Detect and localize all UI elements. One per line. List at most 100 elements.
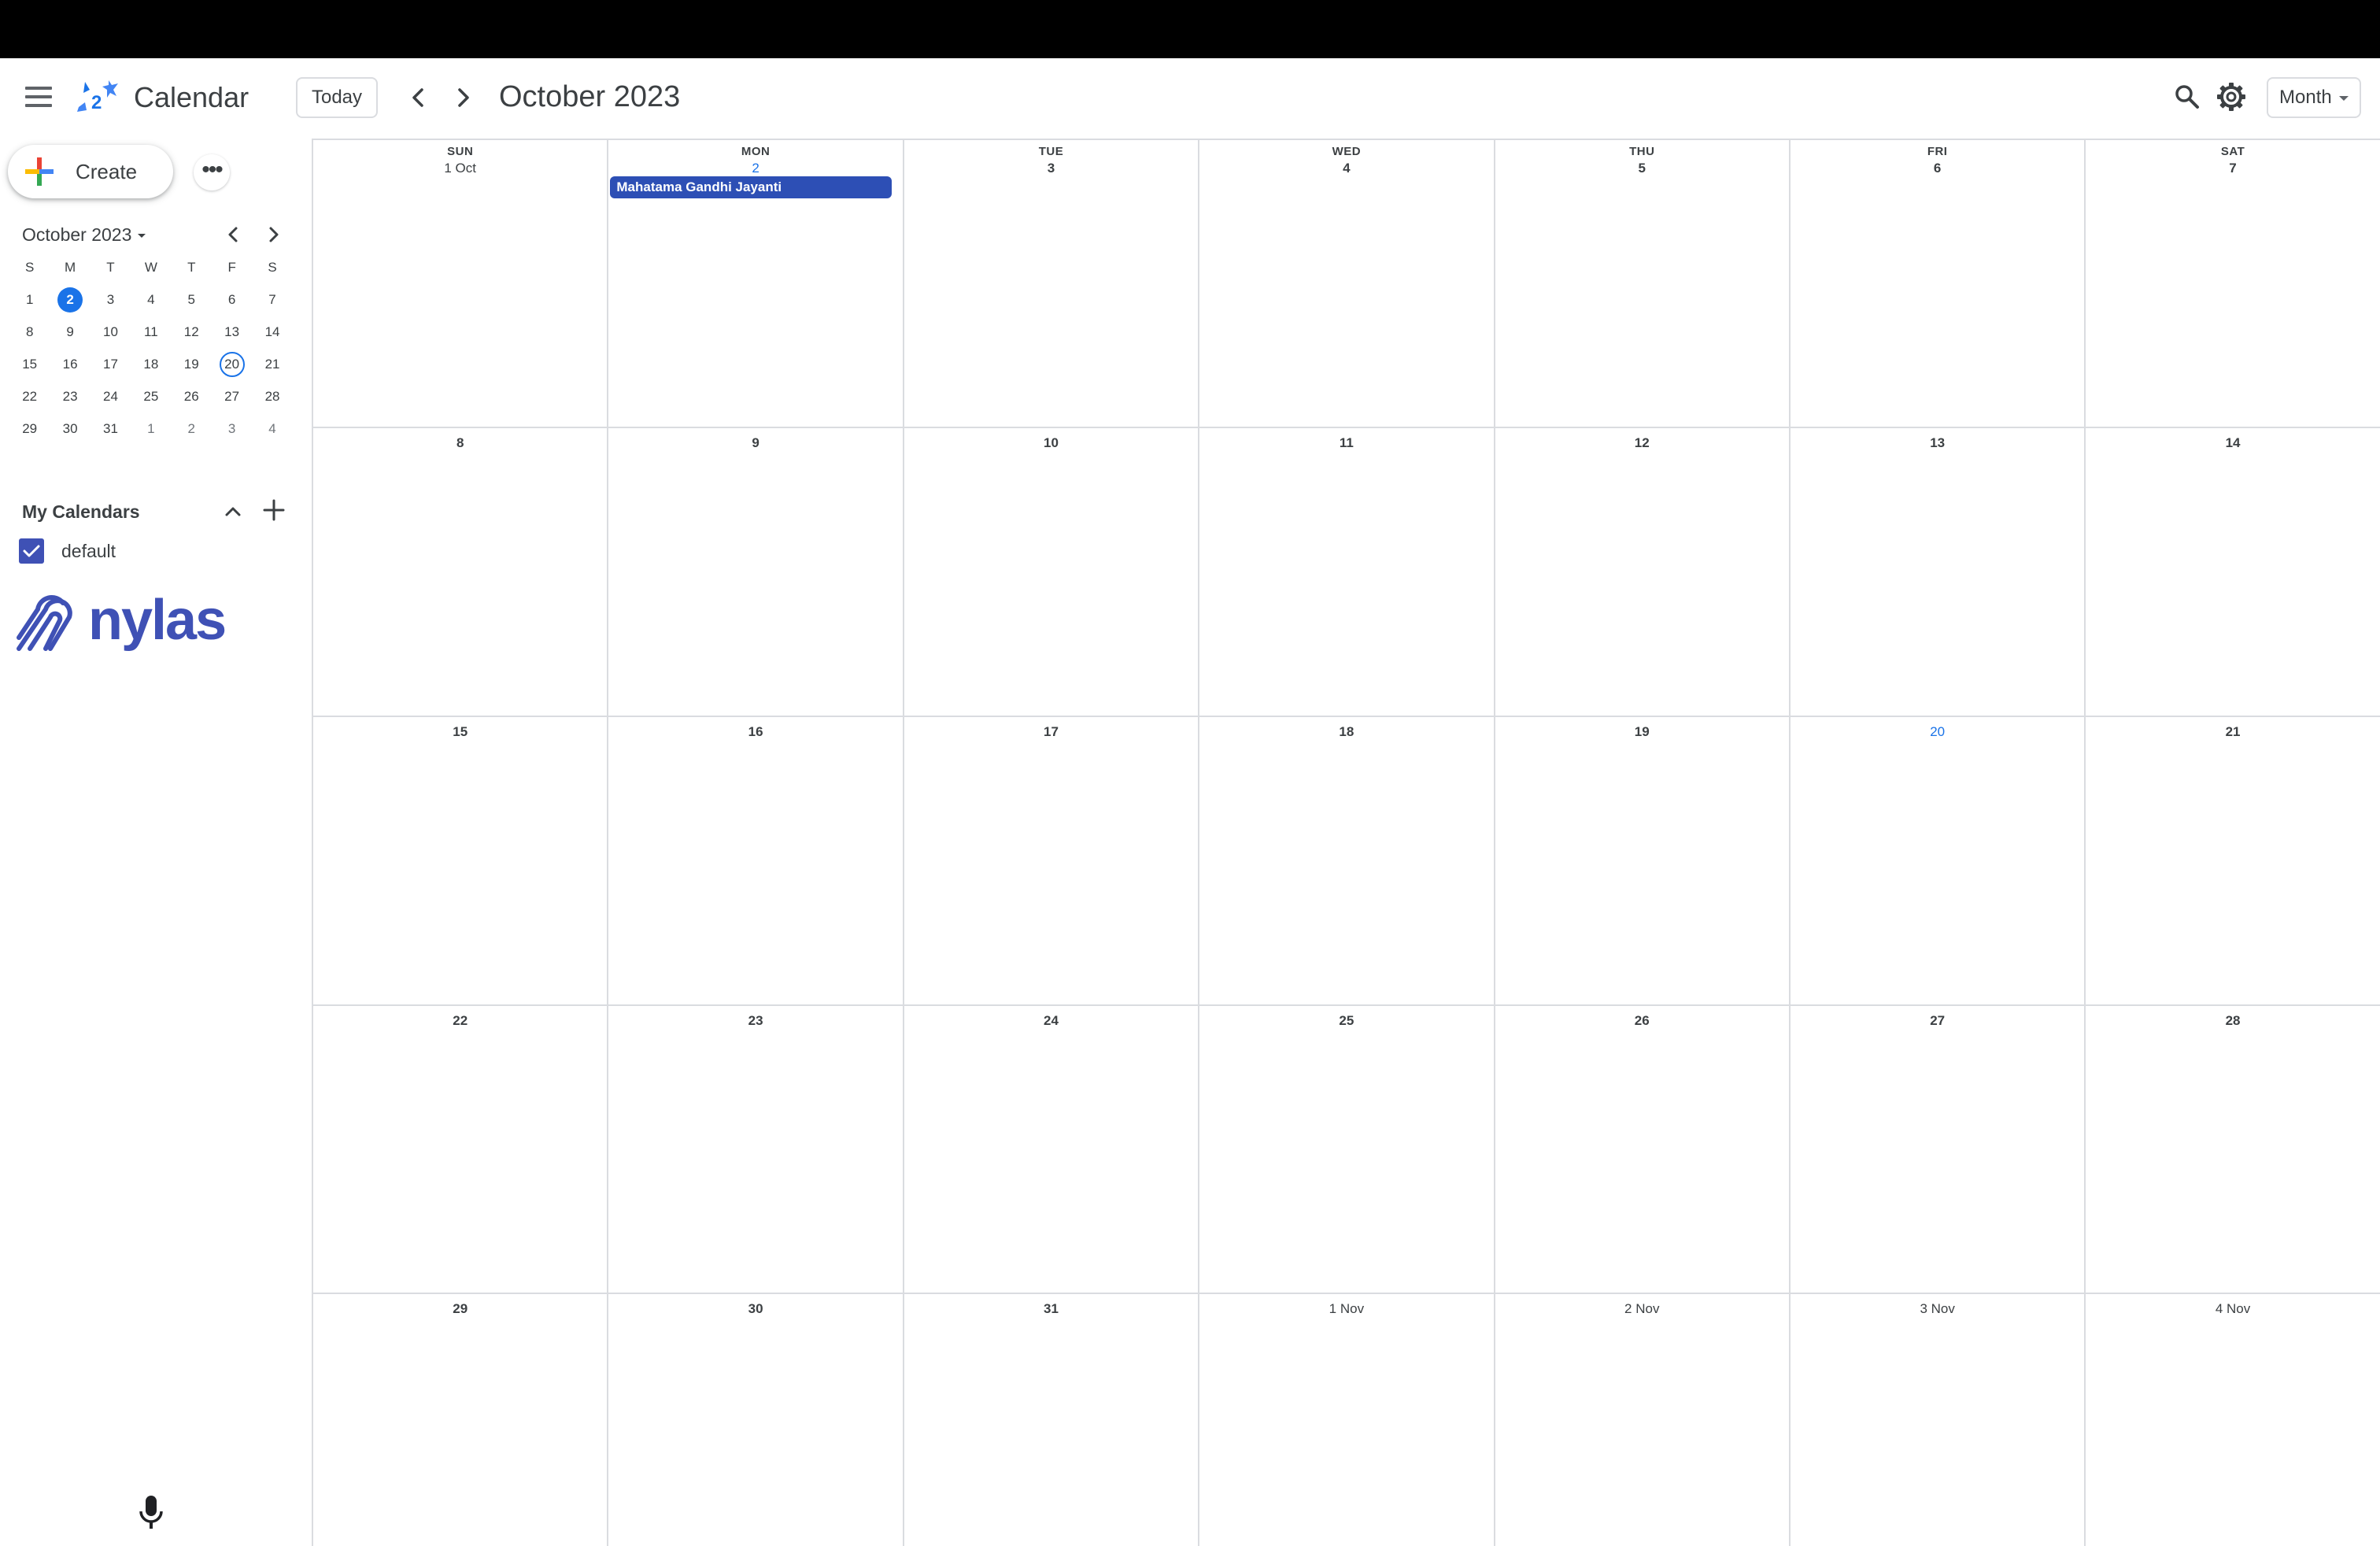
mini-day[interactable]: 3 bbox=[212, 416, 252, 449]
mini-day[interactable]: 30 bbox=[50, 416, 90, 449]
day-number[interactable]: 3 Nov bbox=[1791, 1300, 2084, 1318]
mini-day[interactable]: 18 bbox=[131, 352, 171, 384]
mini-day[interactable]: 28 bbox=[252, 384, 292, 416]
day-cell[interactable]: 14 bbox=[2084, 428, 2379, 716]
mini-day[interactable]: 12 bbox=[172, 320, 212, 352]
mini-day[interactable]: 29 bbox=[9, 416, 50, 449]
mini-day[interactable]: 2 bbox=[172, 416, 212, 449]
day-cell[interactable]: FRI 6 bbox=[1788, 140, 2084, 427]
day-cell[interactable]: 1 Nov bbox=[1198, 1294, 1493, 1546]
day-cell[interactable]: MON 2 Mahatama Gandhi Jayanti bbox=[607, 140, 902, 427]
day-number[interactable]: 31 bbox=[904, 1300, 1198, 1318]
day-number[interactable]: 6 bbox=[1791, 160, 2084, 177]
day-cell[interactable]: 18 bbox=[1198, 717, 1493, 1004]
day-number[interactable]: 13 bbox=[1791, 435, 2084, 452]
day-number[interactable]: 12 bbox=[1495, 435, 1789, 452]
day-number[interactable]: 22 bbox=[313, 1012, 607, 1030]
mini-day[interactable]: 4 bbox=[131, 287, 171, 320]
mini-day[interactable]: 8 bbox=[9, 320, 50, 352]
day-cell[interactable]: 4 Nov bbox=[2084, 1294, 2379, 1546]
day-number[interactable]: 4 Nov bbox=[2086, 1300, 2379, 1318]
day-cell[interactable]: 17 bbox=[902, 717, 1198, 1004]
day-number[interactable]: 5 bbox=[1495, 160, 1789, 177]
day-cell[interactable]: 26 bbox=[1493, 1006, 1789, 1293]
chevron-up-icon[interactable] bbox=[219, 497, 247, 526]
day-number[interactable]: 8 bbox=[313, 435, 607, 452]
mini-day[interactable]: 21 bbox=[252, 352, 292, 384]
mini-day[interactable]: 19 bbox=[172, 352, 212, 384]
mini-day[interactable]: 3 bbox=[91, 287, 131, 320]
mini-day[interactable]: 6 bbox=[212, 287, 252, 320]
mini-calendar-title[interactable]: October 2023 bbox=[22, 222, 146, 247]
day-number[interactable]: 20 bbox=[1791, 723, 2084, 741]
day-cell[interactable]: WED 4 bbox=[1198, 140, 1493, 427]
mini-day[interactable]: 4 bbox=[252, 416, 292, 449]
day-number[interactable]: 3 bbox=[904, 160, 1198, 177]
day-cell[interactable]: TUE 3 bbox=[902, 140, 1198, 427]
more-options-button[interactable]: ••• bbox=[194, 154, 230, 190]
day-cell[interactable]: 21 bbox=[2084, 717, 2379, 1004]
mini-day[interactable]: 15 bbox=[9, 352, 50, 384]
prev-month-icon[interactable] bbox=[401, 80, 436, 115]
day-cell[interactable]: 19 bbox=[1493, 717, 1789, 1004]
day-cell[interactable]: 12 bbox=[1493, 428, 1789, 716]
day-cell[interactable]: THU 5 bbox=[1493, 140, 1789, 427]
mini-day[interactable]: 1 bbox=[9, 287, 50, 320]
day-number[interactable]: 30 bbox=[608, 1300, 902, 1318]
day-cell[interactable]: 27 bbox=[1788, 1006, 2084, 1293]
calendar-checkbox-default[interactable] bbox=[19, 538, 44, 564]
day-cell[interactable]: 13 bbox=[1788, 428, 2084, 716]
day-number[interactable]: 1 Nov bbox=[1199, 1300, 1493, 1318]
mini-day[interactable]: 31 bbox=[91, 416, 131, 449]
day-number[interactable]: 16 bbox=[608, 723, 902, 741]
day-number[interactable]: 14 bbox=[2086, 435, 2379, 452]
microphone-icon[interactable] bbox=[135, 1492, 167, 1533]
day-cell[interactable]: SAT 7 bbox=[2084, 140, 2379, 427]
mini-day[interactable]: 2 bbox=[50, 287, 90, 320]
settings-gear-icon[interactable] bbox=[2213, 79, 2249, 115]
day-cell[interactable]: 10 bbox=[902, 428, 1198, 716]
create-button[interactable]: Create bbox=[8, 145, 173, 198]
day-cell[interactable]: 28 bbox=[2084, 1006, 2379, 1293]
day-number[interactable]: 24 bbox=[904, 1012, 1198, 1030]
event-chip[interactable]: Mahatama Gandhi Jayanti bbox=[610, 176, 893, 198]
day-number[interactable]: 7 bbox=[2086, 160, 2379, 177]
day-cell[interactable]: 3 Nov bbox=[1788, 1294, 2084, 1546]
add-calendar-icon[interactable] bbox=[258, 494, 290, 526]
day-cell[interactable]: 24 bbox=[902, 1006, 1198, 1293]
day-cell[interactable]: 23 bbox=[607, 1006, 902, 1293]
day-cell[interactable]: 25 bbox=[1198, 1006, 1493, 1293]
day-number[interactable]: 2 Nov bbox=[1495, 1300, 1789, 1318]
search-icon[interactable] bbox=[2169, 79, 2205, 115]
mini-day[interactable]: 10 bbox=[91, 320, 131, 352]
day-cell[interactable]: 9 bbox=[607, 428, 902, 716]
day-number[interactable]: 19 bbox=[1495, 723, 1789, 741]
mini-day[interactable]: 5 bbox=[172, 287, 212, 320]
day-cell[interactable]: 30 bbox=[607, 1294, 902, 1546]
view-selector[interactable]: Month bbox=[2267, 77, 2361, 118]
day-cell[interactable]: 16 bbox=[607, 717, 902, 1004]
day-number[interactable]: 29 bbox=[313, 1300, 607, 1318]
day-cell[interactable]: 2 Nov bbox=[1493, 1294, 1789, 1546]
day-number[interactable]: 26 bbox=[1495, 1012, 1789, 1030]
mini-day[interactable]: 14 bbox=[252, 320, 292, 352]
mini-day[interactable]: 11 bbox=[131, 320, 171, 352]
day-number[interactable]: 10 bbox=[904, 435, 1198, 452]
day-number[interactable]: 17 bbox=[904, 723, 1198, 741]
mini-day[interactable]: 7 bbox=[252, 287, 292, 320]
day-number[interactable]: 15 bbox=[313, 723, 607, 741]
day-number[interactable]: 11 bbox=[1199, 435, 1493, 452]
day-number[interactable]: 25 bbox=[1199, 1012, 1493, 1030]
day-cell[interactable]: 11 bbox=[1198, 428, 1493, 716]
day-cell[interactable]: 31 bbox=[902, 1294, 1198, 1546]
day-number[interactable]: 1 Oct bbox=[313, 160, 607, 177]
mini-next-month-icon[interactable] bbox=[260, 220, 288, 249]
mini-day[interactable]: 16 bbox=[50, 352, 90, 384]
next-month-icon[interactable] bbox=[445, 80, 480, 115]
day-number[interactable]: 4 bbox=[1199, 160, 1493, 177]
day-number[interactable]: 9 bbox=[608, 435, 902, 452]
day-number[interactable]: 23 bbox=[608, 1012, 902, 1030]
day-number[interactable]: 21 bbox=[2086, 723, 2379, 741]
day-number[interactable]: 18 bbox=[1199, 723, 1493, 741]
day-cell[interactable]: 8 bbox=[312, 428, 607, 716]
